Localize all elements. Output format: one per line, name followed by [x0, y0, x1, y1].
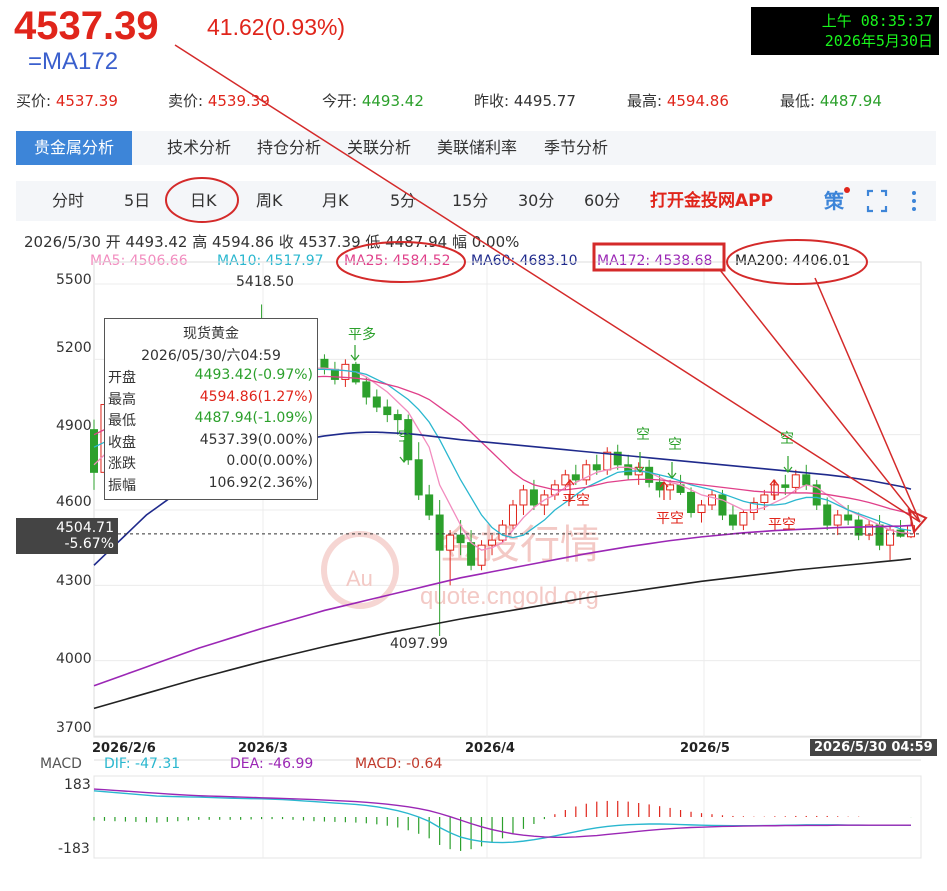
signal-label: 平空	[768, 517, 796, 533]
candle-body	[687, 491, 696, 514]
candle-body	[592, 464, 601, 471]
xtick-feb6: 2026/2/6	[92, 741, 156, 756]
candle-body	[456, 534, 465, 544]
ytick-4300: 4300	[56, 573, 92, 589]
signal-label: 空	[668, 437, 682, 453]
macd-dea: DEA: -46.99	[230, 756, 314, 772]
peak-label: 5418.50	[236, 274, 294, 290]
ytick-3700: 3700	[56, 720, 92, 736]
trough-label: 4097.99	[390, 636, 448, 652]
tooltip-row-value: 4537.39(0.00%)	[199, 431, 313, 448]
candle-body	[330, 368, 339, 380]
tooltip-row-label: 最低	[108, 413, 136, 429]
signal-label: 空	[398, 429, 412, 445]
ytick-5500: 5500	[56, 272, 92, 288]
candle-body	[624, 464, 633, 476]
candle-body	[435, 514, 444, 551]
macd-ytick-top: 183	[64, 777, 91, 793]
candle-body	[728, 514, 737, 526]
annotation-arrow	[719, 269, 921, 523]
watermark-url: quote.cngold.org	[420, 583, 599, 610]
watermark-logo: Au	[346, 566, 373, 591]
xtick-apr: 2026/4	[465, 741, 515, 756]
crosshair-price-label: 4504.71 -5.67%	[16, 518, 118, 554]
candle-body	[603, 451, 612, 471]
candle-body	[886, 529, 895, 546]
signal-label: 平多	[348, 327, 376, 343]
candle-body	[467, 542, 476, 566]
crosshair-time-label: 2026/5/30 04:59	[810, 739, 937, 756]
ytick-5200: 5200	[56, 340, 92, 356]
macd-ytick-bottom: -183	[58, 841, 90, 857]
ohlc-tooltip: 现货黄金 2026/05/30/六04:59 开盘 4493.42(-0.97%)…	[104, 318, 318, 500]
candle-body	[508, 504, 517, 526]
candle-body	[90, 429, 98, 473]
crosshair-price: 4504.71	[56, 520, 114, 536]
candle-body	[875, 524, 884, 546]
ma-line-ma200	[93, 557, 912, 710]
candle-body	[802, 474, 811, 486]
crosshair-pct: -5.67%	[64, 536, 114, 552]
candle-body	[760, 494, 769, 503]
tooltip-row-value: 106.92(2.36%)	[208, 474, 313, 491]
xtick-may: 2026/5	[680, 741, 730, 756]
candle-body	[770, 484, 779, 496]
tooltip-row-label: 振幅	[108, 477, 136, 494]
candle-body	[519, 489, 528, 506]
signal-label: 空	[636, 427, 650, 443]
tooltip-row-value: 4594.86(1.27%)	[199, 388, 313, 405]
candle-body	[571, 474, 580, 481]
macd-value: MACD: -0.64	[355, 756, 443, 772]
candle-body	[393, 414, 402, 421]
annotation-ellipse	[165, 177, 239, 223]
candle-body	[718, 494, 727, 516]
macd-label: MACD	[40, 756, 82, 772]
candle-body	[372, 396, 381, 408]
candle-body	[414, 459, 423, 496]
tooltip-row-label: 涨跌	[108, 456, 136, 472]
tooltip-row-label: 最高	[108, 391, 136, 408]
macd-border	[93, 775, 922, 859]
candle-body	[833, 514, 842, 526]
macd-dif: DIF: -47.31	[104, 756, 181, 772]
watermark-text: 金投行情	[440, 522, 600, 568]
tooltip-title: 现货黄金	[183, 326, 239, 342]
candle-body	[823, 504, 832, 526]
candle-body	[739, 512, 748, 526]
ytick-4600: 4600	[56, 494, 92, 510]
candle-body	[362, 381, 371, 398]
tooltip-row-value: 4493.42(-0.97%)	[194, 367, 313, 383]
tooltip-date: 2026/05/30/六04:59	[141, 348, 281, 364]
tooltip-row-value: 0.00(0.00%)	[226, 453, 313, 469]
candle-body	[844, 514, 853, 521]
ytick-4000: 4000	[56, 651, 92, 667]
candle-body	[383, 406, 392, 416]
candle-body	[697, 504, 706, 514]
candle-body	[488, 539, 497, 546]
candle-body	[781, 484, 790, 488]
candle-body	[529, 489, 538, 506]
candle-body	[446, 534, 455, 551]
xtick-mar: 2026/3	[238, 741, 288, 756]
tooltip-row-label: 开盘	[108, 370, 136, 386]
tooltip-row-label: 收盘	[108, 434, 136, 451]
annotation-arrow	[814, 277, 921, 523]
tooltip-row-value: 4487.94(-1.09%)	[194, 410, 313, 426]
candle-body	[425, 494, 434, 516]
signal-label: 空	[780, 431, 794, 447]
candle-body	[791, 474, 800, 488]
ytick-4900: 4900	[56, 418, 92, 434]
signal-label: 平空	[562, 493, 590, 509]
signal-label: 平空	[656, 511, 684, 527]
